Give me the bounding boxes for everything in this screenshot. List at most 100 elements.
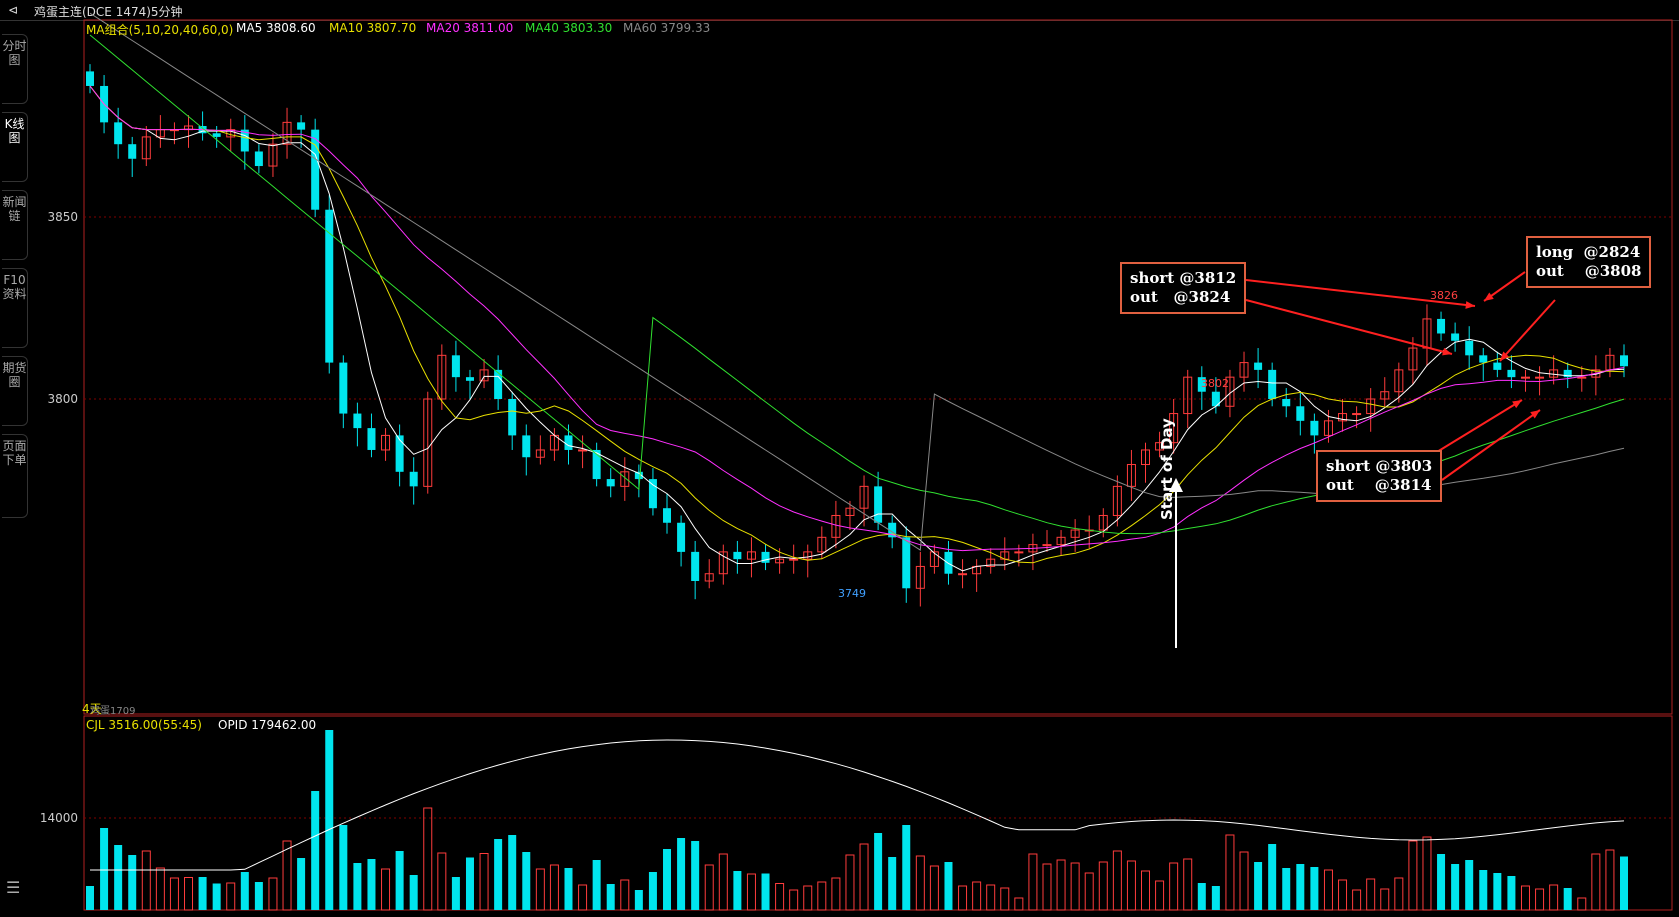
ma20-label: MA20 3811.00 xyxy=(426,21,514,35)
volume-bar-up xyxy=(789,889,799,911)
volume-bar-down xyxy=(592,860,601,910)
candle-down xyxy=(1282,399,1291,407)
volume-bar-up xyxy=(986,884,996,911)
volume-bar-up xyxy=(1155,880,1165,911)
volume-bar-down xyxy=(367,859,376,910)
volume-bar-down xyxy=(465,857,474,910)
candle-up xyxy=(958,573,968,576)
volume-bar-up xyxy=(184,877,194,911)
volume-bar-down xyxy=(339,825,348,910)
ma40-label: MA40 3803.30 xyxy=(525,21,613,35)
arrow-short1-exit xyxy=(1245,299,1453,355)
volume-bar-up xyxy=(1591,853,1601,911)
volume-bar-down xyxy=(564,868,573,910)
volume-bar-up xyxy=(423,807,433,911)
annotation-short-2: short @3803 out @3814 xyxy=(1316,450,1443,502)
candle-down xyxy=(1465,340,1474,356)
volume-bar-down xyxy=(1451,864,1460,910)
volume-bar-up xyxy=(155,867,165,911)
volume-bar-up xyxy=(915,855,925,911)
volume-bar-down xyxy=(1620,856,1628,910)
candle-down xyxy=(367,428,376,450)
candle-down xyxy=(353,413,362,429)
volume-bar-up xyxy=(1141,870,1151,911)
volume-bar-down xyxy=(297,858,306,910)
candle-down xyxy=(508,399,517,436)
volume-bar-up xyxy=(1380,888,1390,911)
volume-bar-up xyxy=(1549,884,1559,911)
volume-bar-down xyxy=(677,838,686,910)
volume-bar-down xyxy=(353,863,362,910)
candle-down xyxy=(1479,355,1488,363)
volume-bar-down xyxy=(691,841,700,910)
volume-bar-down xyxy=(522,852,531,910)
candle-up xyxy=(1352,413,1362,416)
volume-bar-up xyxy=(1225,834,1235,911)
candle-down xyxy=(761,551,770,563)
volume-bar-up xyxy=(1000,887,1010,911)
volume-bar-down xyxy=(1479,870,1488,910)
volume-bar-down xyxy=(1296,864,1305,910)
volume-bar-up xyxy=(1056,859,1066,911)
volume-tick-label: 14000 xyxy=(40,811,78,825)
volume-bar-down xyxy=(451,877,460,910)
volume-bar-down xyxy=(508,835,517,910)
volume-bar-up xyxy=(958,885,968,911)
candle-up xyxy=(578,449,588,452)
volume-bar-up xyxy=(1394,877,1404,911)
opi-line xyxy=(90,739,1625,871)
volume-bar-down xyxy=(128,855,137,910)
volume-bar-up xyxy=(437,852,447,911)
candle-down xyxy=(663,508,672,523)
candle-down xyxy=(733,551,742,560)
volume-bar-down xyxy=(944,862,953,910)
candle-down xyxy=(395,435,404,472)
candle-down xyxy=(1493,362,1502,370)
candle-down xyxy=(1620,355,1628,367)
candle-up xyxy=(1520,376,1530,379)
annotation-short-1: short @3812 out @3824 xyxy=(1120,262,1247,314)
volume-bar-down xyxy=(1254,862,1263,910)
volume-bar-up xyxy=(535,868,545,911)
volume-bar-down xyxy=(648,872,657,910)
volume-bar-down xyxy=(1465,860,1474,910)
volume-bar-up xyxy=(1098,861,1108,911)
candle-down xyxy=(409,471,418,487)
candle-up xyxy=(1014,551,1024,554)
volume-bar-down xyxy=(1507,876,1516,910)
price-tick-label: 3850 xyxy=(47,210,78,224)
volume-bar-down xyxy=(494,839,503,910)
candle-down xyxy=(1268,369,1277,399)
volume-bar-up xyxy=(1028,853,1038,911)
volume-bar-down xyxy=(1493,873,1502,910)
volume-bar-up xyxy=(169,877,179,911)
candle-down xyxy=(522,435,531,458)
candle-down xyxy=(212,133,221,137)
candle-down xyxy=(648,479,657,509)
volume-bar-up xyxy=(268,877,278,911)
volume-bar-up xyxy=(1352,889,1362,911)
volume-bar-down xyxy=(874,833,883,910)
volume-bar-down xyxy=(902,825,911,910)
volume-bar-down xyxy=(114,845,123,910)
volume-bar-down xyxy=(86,886,94,910)
ma5-label: MA5 3808.60 xyxy=(236,21,316,35)
volume-bar-up xyxy=(1605,849,1615,911)
candle-down xyxy=(297,122,306,130)
ma10-label: MA10 3807.70 xyxy=(329,21,417,35)
candle-down xyxy=(465,377,474,381)
start-of-day-label: Start of Day xyxy=(1158,418,1176,520)
price-panel-frame xyxy=(83,19,1673,715)
volume-bar-up xyxy=(1126,860,1136,911)
candle-down xyxy=(1451,333,1460,341)
volume-bar-up xyxy=(718,853,728,911)
vol-label: CJL 3516.00(55:45) xyxy=(86,718,202,732)
volume-bar-down xyxy=(409,875,418,910)
contract-label: 鸡蛋1709 xyxy=(90,706,136,717)
volume-bar-down xyxy=(1211,886,1220,910)
ma60-label: MA60 3799.33 xyxy=(623,21,711,35)
candle-up xyxy=(1042,544,1052,547)
volume-bar-up xyxy=(141,850,151,911)
candle-up xyxy=(789,558,799,561)
volume-bar-up xyxy=(1183,858,1193,911)
